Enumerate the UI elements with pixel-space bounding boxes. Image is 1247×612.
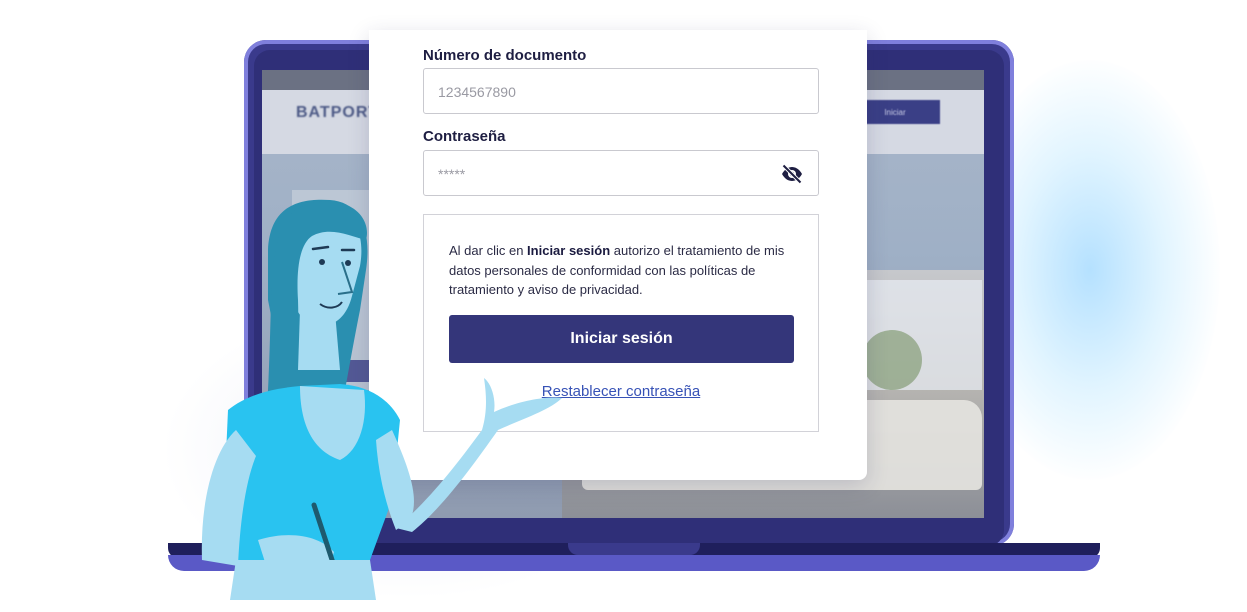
login-card: Número de documento Contraseña Al dar cl…: [369, 30, 867, 480]
document-label: Número de documento: [423, 47, 587, 64]
login-button[interactable]: Iniciar sesión: [449, 315, 794, 363]
consent-text: Al dar clic en Iniciar sesión autorizo e…: [449, 241, 794, 300]
document-input[interactable]: [436, 69, 780, 115]
document-field[interactable]: [423, 68, 819, 115]
consent-prefix: Al dar clic en: [449, 243, 528, 258]
reset-password-link[interactable]: Restablecer contraseña: [424, 383, 818, 400]
laptop-base-front: [168, 555, 1100, 571]
laptop-notch: [568, 543, 700, 555]
consent-bold: Iniciar sesión: [527, 243, 611, 258]
password-input[interactable]: [436, 151, 780, 197]
consent-box: Al dar clic en Iniciar sesión autorizo e…: [423, 214, 819, 432]
eye-slash-icon[interactable]: [780, 162, 804, 186]
password-field[interactable]: [423, 150, 819, 197]
screen-brand-logo: BATPORT: [296, 104, 380, 121]
screen-plant: [862, 330, 922, 390]
password-label: Contraseña: [423, 128, 506, 145]
